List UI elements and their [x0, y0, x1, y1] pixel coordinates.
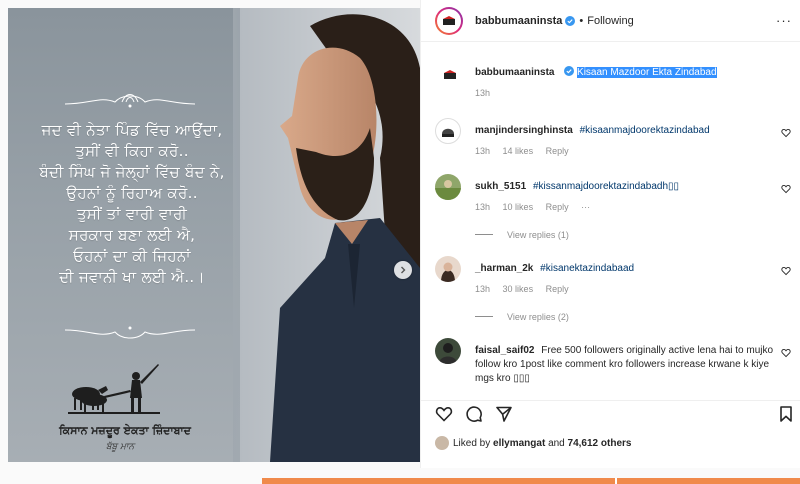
- view-replies-button[interactable]: View replies (2): [493, 310, 775, 324]
- likes-and: and: [548, 437, 565, 449]
- following-button[interactable]: Following: [587, 15, 633, 27]
- slogan-text: ਕਿਸਾਨ ਮਜ਼ਦੂਰ ਏਕਤਾ ਜ਼ਿੰਦਾਬਾਦ: [59, 424, 191, 437]
- poem-line: ਸਰਕਾਰ ਬਣਾ ਲਈ ਐ,: [68, 226, 196, 244]
- signature-text: ਬੱਬੂ ਮਾਨ: [105, 442, 135, 452]
- action-bar: [421, 400, 800, 428]
- next-media-button[interactable]: [394, 261, 412, 279]
- header-separator: •: [579, 14, 584, 27]
- verified-badge-icon: [565, 15, 576, 26]
- bottom-accent-bar: [262, 478, 800, 484]
- author-avatar[interactable]: [435, 6, 463, 35]
- heart-icon[interactable]: [435, 405, 453, 423]
- farmer-plough-illustration: [68, 364, 160, 414]
- poem-panel: ਜਦ ਵੀ ਨੇਤਾ ਪਿੰਡ ਵਿੱਚ ਆਉਂਦਾ, ਤੁਸੀਂ ਵੀ ਕਿਹ…: [8, 8, 293, 462]
- heart-icon[interactable]: [781, 348, 791, 358]
- ornament-bottom-icon: [64, 326, 196, 339]
- liker-username[interactable]: ellymangat: [493, 438, 545, 449]
- comment-hashtag[interactable]: #kissanmajdoorektazindabadh▯▯: [533, 181, 679, 192]
- poem-line: ਦੀ ਜਵਾਨੀ ਖਾ ਲਈ ਐ..।: [59, 268, 205, 286]
- comment-time: 13h: [475, 202, 491, 212]
- caption-time: 13h: [475, 88, 491, 98]
- poem-line: ਬੰਦੀ ਸਿੰਘ ਜੋ ਜੇਲ੍ਹਾਂ ਵਿੱਚ ਬੰਦ ਨੇ,: [39, 163, 225, 181]
- verified-badge-icon: [564, 66, 575, 76]
- comment-icon[interactable]: [465, 405, 483, 423]
- poem-line: ਤੁਸੀਂ ਤਾਂ ਵਾਰੀ ਵਾਰੀ: [76, 205, 188, 223]
- commenter-username[interactable]: manjindersinghinsta: [475, 125, 573, 136]
- comment-time: 13h: [475, 284, 491, 294]
- view-replies-button[interactable]: View replies (1): [493, 228, 775, 242]
- caption-username[interactable]: babbumaaninsta: [475, 67, 554, 78]
- commenter-avatar[interactable]: [435, 256, 461, 282]
- comments-list[interactable]: babbumaaninsta Kisaan Mazdoor Ekta Zinda…: [421, 56, 800, 398]
- comment-hashtag[interactable]: #kisaanmajdoorektazindabad: [580, 125, 710, 136]
- reply-button[interactable]: Reply: [546, 284, 569, 294]
- post-side-panel: babbumaaninsta • Following ··· babbumaan…: [420, 0, 800, 468]
- ornament-top-icon: [64, 94, 196, 108]
- reply-button[interactable]: Reply: [546, 202, 569, 212]
- bookmark-icon[interactable]: [777, 405, 795, 423]
- heart-icon[interactable]: [781, 184, 791, 194]
- caption-avatar[interactable]: [435, 60, 465, 90]
- poem-line: ਜਦ ਵੀ ਨੇਤਾ ਪਿੰਡ ਵਿੱਚ ਆਉਂਦਾ,: [41, 121, 223, 139]
- commenter-avatar[interactable]: [435, 174, 461, 200]
- commenter-username[interactable]: sukh_5151: [475, 181, 526, 192]
- heart-icon[interactable]: [781, 266, 791, 276]
- commenter-username[interactable]: faisal_saif02: [475, 345, 535, 356]
- post-media[interactable]: ਜਦ ਵੀ ਨੇਤਾ ਪਿੰਡ ਵਿੱਚ ਆਉਂਦਾ, ਤੁਸੀਂ ਵੀ ਕਿਹ…: [8, 8, 420, 462]
- commenter-avatar[interactable]: [435, 338, 461, 364]
- share-icon[interactable]: [495, 405, 513, 423]
- comment-hashtag[interactable]: #kisanektazindabaad: [540, 263, 634, 274]
- poem-text: ਜਦ ਵੀ ਨੇਤਾ ਪਿੰਡ ਵਿੱਚ ਆਉਂਦਾ, ਤੁਸੀਂ ਵੀ ਕਿਹ…: [18, 120, 246, 288]
- caption-text: Kisaan Mazdoor Ekta Zindabad: [577, 67, 717, 78]
- reply-button[interactable]: Reply: [546, 146, 569, 156]
- poem-line: ਓਹਨਾਂ ਦਾ ਕੀ ਜਿਹਨਾਂ: [73, 247, 191, 265]
- commenter-username[interactable]: _harman_2k: [475, 263, 533, 274]
- heart-icon[interactable]: [781, 128, 791, 138]
- commenter-avatar[interactable]: [435, 118, 461, 144]
- comment-time: 13h: [475, 146, 491, 156]
- header-user: babbumaaninsta • Following: [475, 15, 634, 27]
- comment-likes[interactable]: 10 likes: [503, 202, 534, 212]
- more-options-button[interactable]: ···: [776, 13, 792, 28]
- poem-line: ਉਹਨਾਂ ਨੂੰ ਰਿਹਾਅ ਕਰੋ..: [66, 184, 198, 202]
- liker-avatar[interactable]: [435, 436, 449, 450]
- author-username[interactable]: babbumaaninsta: [475, 15, 562, 27]
- post-header: babbumaaninsta • Following ···: [421, 0, 800, 42]
- chevron-right-icon: [401, 266, 406, 274]
- comment-more-button[interactable]: ···: [581, 202, 590, 212]
- likes-prefix: Liked by: [453, 437, 491, 449]
- poem-line: ਤੁਸੀਂ ਵੀ ਕਿਹਾ ਕਰੋ..: [75, 142, 189, 160]
- likes-summary: Liked by ellymangat and 74,612 others: [435, 436, 631, 450]
- likes-others[interactable]: 74,612 others: [568, 438, 632, 449]
- comment-likes[interactable]: 14 likes: [503, 146, 534, 156]
- portrait-photo: [240, 8, 420, 462]
- comment-likes[interactable]: 30 likes: [503, 284, 534, 294]
- bottom-accent-divider: [615, 478, 617, 484]
